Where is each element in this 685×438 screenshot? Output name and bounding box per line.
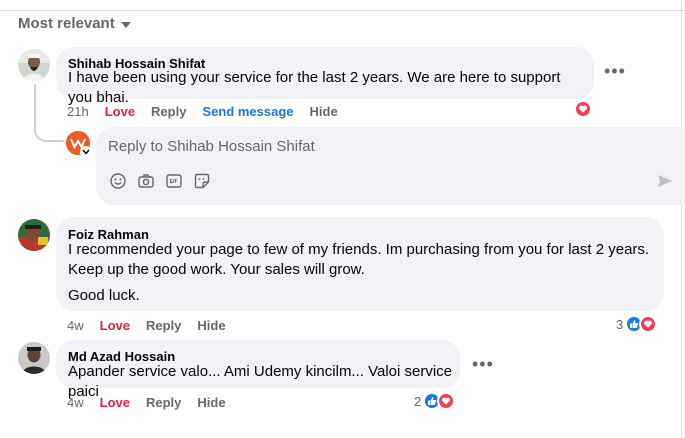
top-divider [0,10,685,11]
love-button[interactable]: Love [100,318,130,333]
thread-line [34,84,36,120]
comment-time[interactable]: 21h [67,104,89,119]
sort-label: Most relevant [18,15,115,32]
chevron-down-icon[interactable] [80,146,92,158]
avatar[interactable] [18,342,50,374]
sticker-icon[interactable] [194,173,210,189]
right-divider [681,0,682,438]
reply-toolbar [110,173,210,189]
hide-button[interactable]: Hide [310,104,338,119]
avatar[interactable] [18,219,50,251]
more-options-icon[interactable]: ••• [604,62,626,80]
caret-down-icon [120,21,131,28]
emoji-icon[interactable] [110,173,126,189]
reaction-badge[interactable] [574,100,592,118]
send-message-button[interactable]: Send message [202,104,293,119]
avatar[interactable] [18,49,50,81]
reply-button[interactable]: Reply [146,318,181,333]
comment-actions: 4w Love Reply Hide [67,395,226,410]
comment-time[interactable]: 4w [67,395,84,410]
reaction-badge[interactable]: 3 [616,315,658,333]
reply-input-box[interactable]: Reply to Shihab Hossain Shifat [96,127,685,205]
reply-input[interactable]: Reply to Shihab Hossain Shifat [108,138,315,155]
hide-button[interactable]: Hide [197,395,225,410]
love-button[interactable]: Love [105,104,135,119]
comment-bubble: Foiz Rahman I recommended your page to f… [56,217,664,311]
camera-icon[interactable] [138,173,154,189]
reaction-count: 3 [616,316,624,332]
comment-bubble: Md Azad Hossain Apander service valo... … [56,340,460,400]
comment-text: I have been using your service for the l… [68,69,561,106]
comment-text: I recommended your page to few of my fri… [68,241,650,304]
gif-icon[interactable] [166,173,182,189]
comment-actions: 21h Love Reply Send message Hide [67,104,338,119]
thread-connector [34,118,64,142]
love-reaction-icon [437,392,456,410]
love-reaction-icon [574,100,592,118]
comment-bubble: Shihab Hossain Shifat I have been using … [56,47,594,106]
reply-button[interactable]: Reply [146,395,181,410]
hide-button[interactable]: Hide [197,318,225,333]
reaction-badge[interactable]: 2 [414,392,456,410]
sort-dropdown[interactable]: Most relevant [18,15,131,32]
reply-button[interactable]: Reply [151,104,186,119]
love-reaction-icon [639,315,658,333]
comment-actions: 4w Love Reply Hide [67,318,226,333]
love-button[interactable]: Love [100,395,130,410]
send-icon[interactable] [657,173,673,189]
reaction-count: 2 [414,393,422,409]
comment-time[interactable]: 4w [67,318,84,333]
more-options-icon[interactable]: ••• [472,355,494,373]
